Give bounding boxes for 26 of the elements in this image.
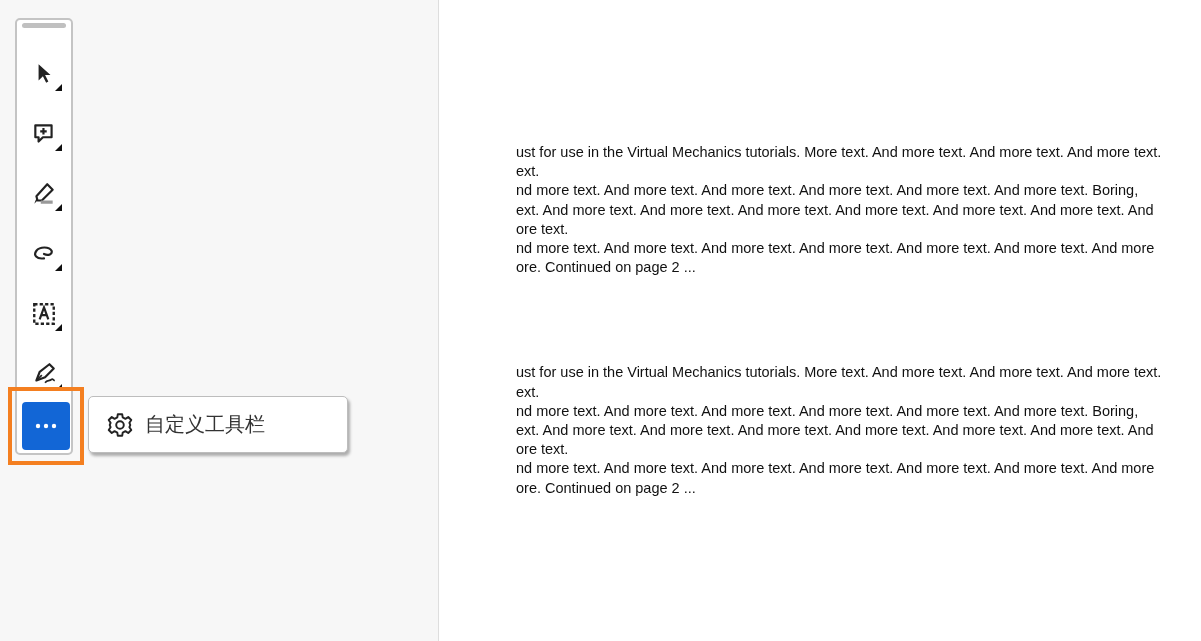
text-box-icon (31, 301, 57, 327)
more-tools-button[interactable] (22, 402, 70, 450)
dropdown-corner-icon (55, 144, 62, 151)
document-text-line: ore text. (516, 219, 570, 239)
dropdown-corner-icon (55, 84, 62, 91)
document-text-line: ext. And more text. And more text. And more text. And more text. And more text. And more text. And (516, 200, 1155, 220)
document-text-line: ore text. (516, 440, 570, 460)
document-text-line: ext. (516, 162, 541, 182)
document-text-line: nd more text. And more text. And more text. And more text. And more text. And more text. And more (516, 459, 1156, 479)
dropdown-corner-icon (55, 204, 62, 211)
document-text-line: ore. Continued on page 2 ... (516, 258, 697, 278)
document-text-line: ust for use in the Virtual Mechanics tutorials. More text. And more text. And more text. And more text. (516, 143, 1163, 162)
document-text-line: nd more text. And more text. And more text. And more text. And more text. And more text. Boring, (516, 181, 1140, 201)
dropdown-corner-icon (55, 264, 62, 271)
highlighter-icon (31, 181, 57, 207)
document-text-line: nd more text. And more text. And more text. And more text. And more text. And more text. And more (516, 239, 1156, 258)
document-text-line: ust for use in the Virtual Mechanics tutorials. More text. And more text. And more text. And more text. (516, 363, 1163, 383)
settings-icon (107, 411, 133, 438)
document-text-line: ext. And more text. And more text. And more text. And more text. And more text. And more text. And (516, 421, 1155, 441)
dropdown-corner-icon (55, 324, 62, 331)
document-text-line: ext. (516, 382, 541, 402)
menu-item[interactable]: 自定义工具栏 (107, 407, 265, 442)
document-text-line: nd more text. And more text. And more text. And more text. And more text. And more text. Boring, (516, 401, 1140, 421)
document-text-line: ore. Continued on page 2 ... (516, 478, 697, 498)
drag-handle[interactable] (22, 23, 66, 28)
more-icon (35, 423, 57, 429)
